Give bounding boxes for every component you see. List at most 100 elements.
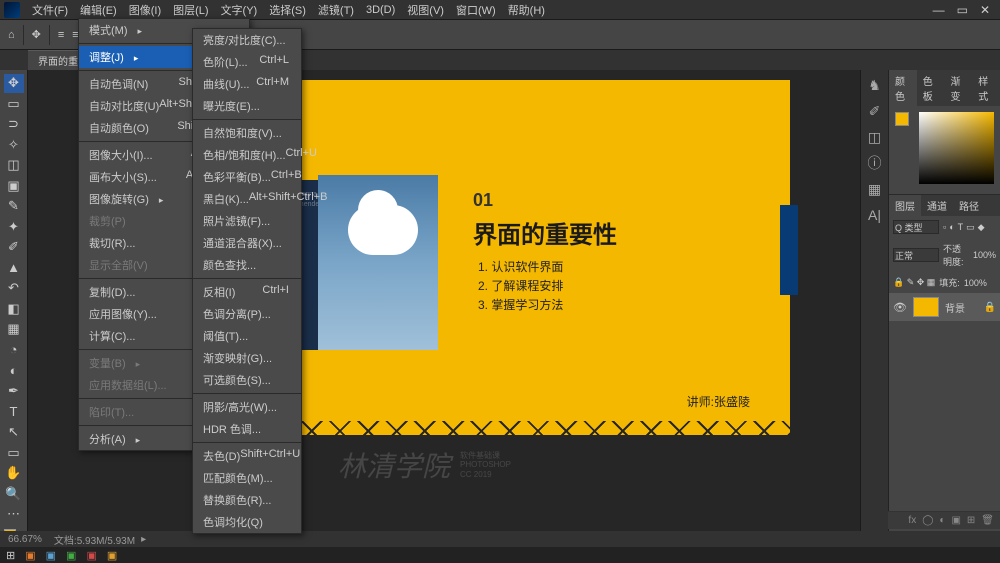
menu-item[interactable]: 反相(I)Ctrl+I bbox=[193, 281, 301, 303]
start-icon[interactable]: ⊞ bbox=[6, 549, 15, 562]
tab-swatches[interactable]: 色板 bbox=[917, 70, 945, 106]
menu-item[interactable]: 匹配颜色(M)... bbox=[193, 467, 301, 489]
menu-3d[interactable]: 3D(D) bbox=[360, 2, 401, 18]
info-icon[interactable]: ⓘ bbox=[866, 154, 884, 172]
history-icon[interactable]: ♞ bbox=[866, 76, 884, 94]
move-tool[interactable]: ✥ bbox=[4, 74, 24, 93]
menu-item[interactable]: 曝光度(E)... bbox=[193, 95, 301, 117]
menu-item[interactable]: 色调均化(Q) bbox=[193, 511, 301, 533]
mask-icon[interactable]: ◯ bbox=[922, 515, 933, 526]
menu-item[interactable]: HDR 色调... bbox=[193, 418, 301, 440]
more-tools-icon[interactable]: ⋯ bbox=[4, 505, 24, 524]
layer-thumbnail[interactable] bbox=[913, 297, 939, 317]
history-brush-tool[interactable]: ↶ bbox=[4, 279, 24, 298]
menu-item[interactable]: 通道混合器(X)... bbox=[193, 232, 301, 254]
menu-item[interactable]: 曲线(U)...Ctrl+M bbox=[193, 73, 301, 95]
adjust-icon[interactable]: ◐ bbox=[939, 515, 945, 526]
menu-item[interactable]: 亮度/对比度(C)... bbox=[193, 29, 301, 51]
gradient-tool[interactable]: ▦ bbox=[4, 320, 24, 339]
tab-layers[interactable]: 图层 bbox=[889, 195, 921, 216]
layer-name[interactable]: 背景 bbox=[945, 300, 965, 315]
tab-gradients[interactable]: 渐变 bbox=[945, 70, 973, 106]
menu-item[interactable]: 自然饱和度(V)... bbox=[193, 122, 301, 144]
tab-styles[interactable]: 样式 bbox=[972, 70, 1000, 106]
folder-icon[interactable]: ▣ bbox=[951, 515, 960, 526]
menu-item[interactable]: 色彩平衡(B)...Ctrl+B bbox=[193, 166, 301, 188]
menu-item[interactable]: 照片滤镜(F)... bbox=[193, 210, 301, 232]
tab-paths[interactable]: 路径 bbox=[953, 195, 985, 216]
menu-select[interactable]: 选择(S) bbox=[263, 0, 312, 20]
taskbar-app-icon[interactable]: ▣ bbox=[86, 549, 96, 562]
menu-file[interactable]: 文件(F) bbox=[26, 0, 74, 20]
menu-item[interactable]: 渐变映射(G)... bbox=[193, 347, 301, 369]
taskbar-app-icon[interactable]: ▣ bbox=[107, 549, 117, 562]
tab-color[interactable]: 颜色 bbox=[889, 70, 917, 106]
dodge-tool[interactable]: ◐ bbox=[4, 361, 24, 380]
menu-item[interactable]: 去色(D)Shift+Ctrl+U bbox=[193, 445, 301, 467]
minimize-icon[interactable]: — bbox=[933, 3, 945, 17]
color-picker[interactable] bbox=[919, 112, 994, 184]
lock-icons[interactable]: 🔒 ✎ ✥ ▦ bbox=[893, 277, 935, 288]
menu-item[interactable]: 替换颜色(R)... bbox=[193, 489, 301, 511]
taskbar-app-icon[interactable]: ▣ bbox=[66, 549, 76, 562]
menu-item[interactable]: 阴影/高光(W)... bbox=[193, 396, 301, 418]
blur-tool[interactable]: ◔ bbox=[4, 341, 24, 360]
lasso-tool[interactable]: ⊃ bbox=[4, 115, 24, 134]
eyedropper-tool[interactable]: ✎ bbox=[4, 197, 24, 216]
zoom-level[interactable]: 66.67% bbox=[8, 534, 42, 545]
type-panel-icon[interactable]: A| bbox=[866, 206, 884, 224]
filter-icons[interactable]: ▫◐T▭◆ bbox=[943, 222, 988, 233]
foreground-swatch[interactable] bbox=[895, 112, 909, 126]
lock-icon[interactable]: 🔒 bbox=[984, 302, 996, 313]
eraser-tool[interactable]: ◧ bbox=[4, 300, 24, 319]
path-tool[interactable]: ↖ bbox=[4, 423, 24, 442]
stamp-tool[interactable]: ▲ bbox=[4, 259, 24, 278]
layer-kind-select[interactable] bbox=[893, 220, 939, 234]
newlayer-icon[interactable]: ⊞ bbox=[967, 515, 975, 526]
menu-image[interactable]: 图像(I) bbox=[123, 0, 167, 20]
move-tool-icon[interactable]: ✥ bbox=[32, 28, 41, 41]
menu-edit[interactable]: 编辑(E) bbox=[74, 0, 123, 20]
close-icon[interactable]: ✕ bbox=[980, 3, 990, 17]
align-left-icon[interactable]: ≡ bbox=[58, 29, 64, 41]
trash-icon[interactable]: 🗑 bbox=[981, 515, 994, 526]
swatches-icon[interactable]: ▦ bbox=[866, 180, 884, 198]
menu-type[interactable]: 文字(Y) bbox=[215, 0, 264, 20]
menu-item[interactable]: 颜色查找... bbox=[193, 254, 301, 276]
brush-settings-icon[interactable]: ✐ bbox=[866, 102, 884, 120]
type-tool[interactable]: T bbox=[4, 402, 24, 421]
menu-item[interactable]: 可选颜色(S)... bbox=[193, 369, 301, 391]
maximize-icon[interactable]: ▭ bbox=[957, 3, 968, 17]
hand-tool[interactable]: ✋ bbox=[4, 464, 24, 483]
home-icon[interactable]: ⌂ bbox=[8, 29, 15, 41]
blend-mode-select[interactable] bbox=[893, 248, 939, 262]
menu-help[interactable]: 帮助(H) bbox=[502, 0, 551, 20]
menu-item[interactable]: 色相/饱和度(H)...Ctrl+U bbox=[193, 144, 301, 166]
taskbar-app-icon[interactable]: ▣ bbox=[25, 549, 35, 562]
wand-tool[interactable]: ✧ bbox=[4, 136, 24, 155]
menu-item[interactable]: 色调分离(P)... bbox=[193, 303, 301, 325]
visibility-icon[interactable]: 👁 bbox=[893, 301, 907, 314]
menu-item[interactable]: 黑白(K)...Alt+Shift+Ctrl+B bbox=[193, 188, 301, 210]
frame-tool[interactable]: ▣ bbox=[4, 177, 24, 196]
opacity-value[interactable]: 100% bbox=[973, 250, 996, 260]
fill-value[interactable]: 100% bbox=[964, 278, 987, 288]
tab-channels[interactable]: 通道 bbox=[921, 195, 953, 216]
shape-tool[interactable]: ▭ bbox=[4, 443, 24, 462]
menu-item[interactable]: 色阶(L)...Ctrl+L bbox=[193, 51, 301, 73]
menu-view[interactable]: 视图(V) bbox=[401, 0, 450, 20]
pen-tool[interactable]: ✒ bbox=[4, 382, 24, 401]
marquee-tool[interactable]: ▭ bbox=[4, 95, 24, 114]
menu-item[interactable]: 阈值(T)... bbox=[193, 325, 301, 347]
taskbar-app-icon[interactable]: ▣ bbox=[46, 549, 56, 562]
layer-row[interactable]: 👁 背景 🔒 bbox=[889, 293, 1000, 321]
zoom-tool[interactable]: 🔍 bbox=[4, 484, 24, 503]
menu-layer[interactable]: 图层(L) bbox=[167, 0, 214, 20]
crop-tool[interactable]: ◫ bbox=[4, 156, 24, 175]
menu-window[interactable]: 窗口(W) bbox=[450, 0, 502, 20]
heal-tool[interactable]: ✦ bbox=[4, 218, 24, 237]
brush-tool[interactable]: ✐ bbox=[4, 238, 24, 257]
fx-icon[interactable]: fx bbox=[908, 515, 916, 526]
status-arrow-icon[interactable]: ▸ bbox=[141, 534, 146, 545]
clone-icon[interactable]: ◫ bbox=[866, 128, 884, 146]
